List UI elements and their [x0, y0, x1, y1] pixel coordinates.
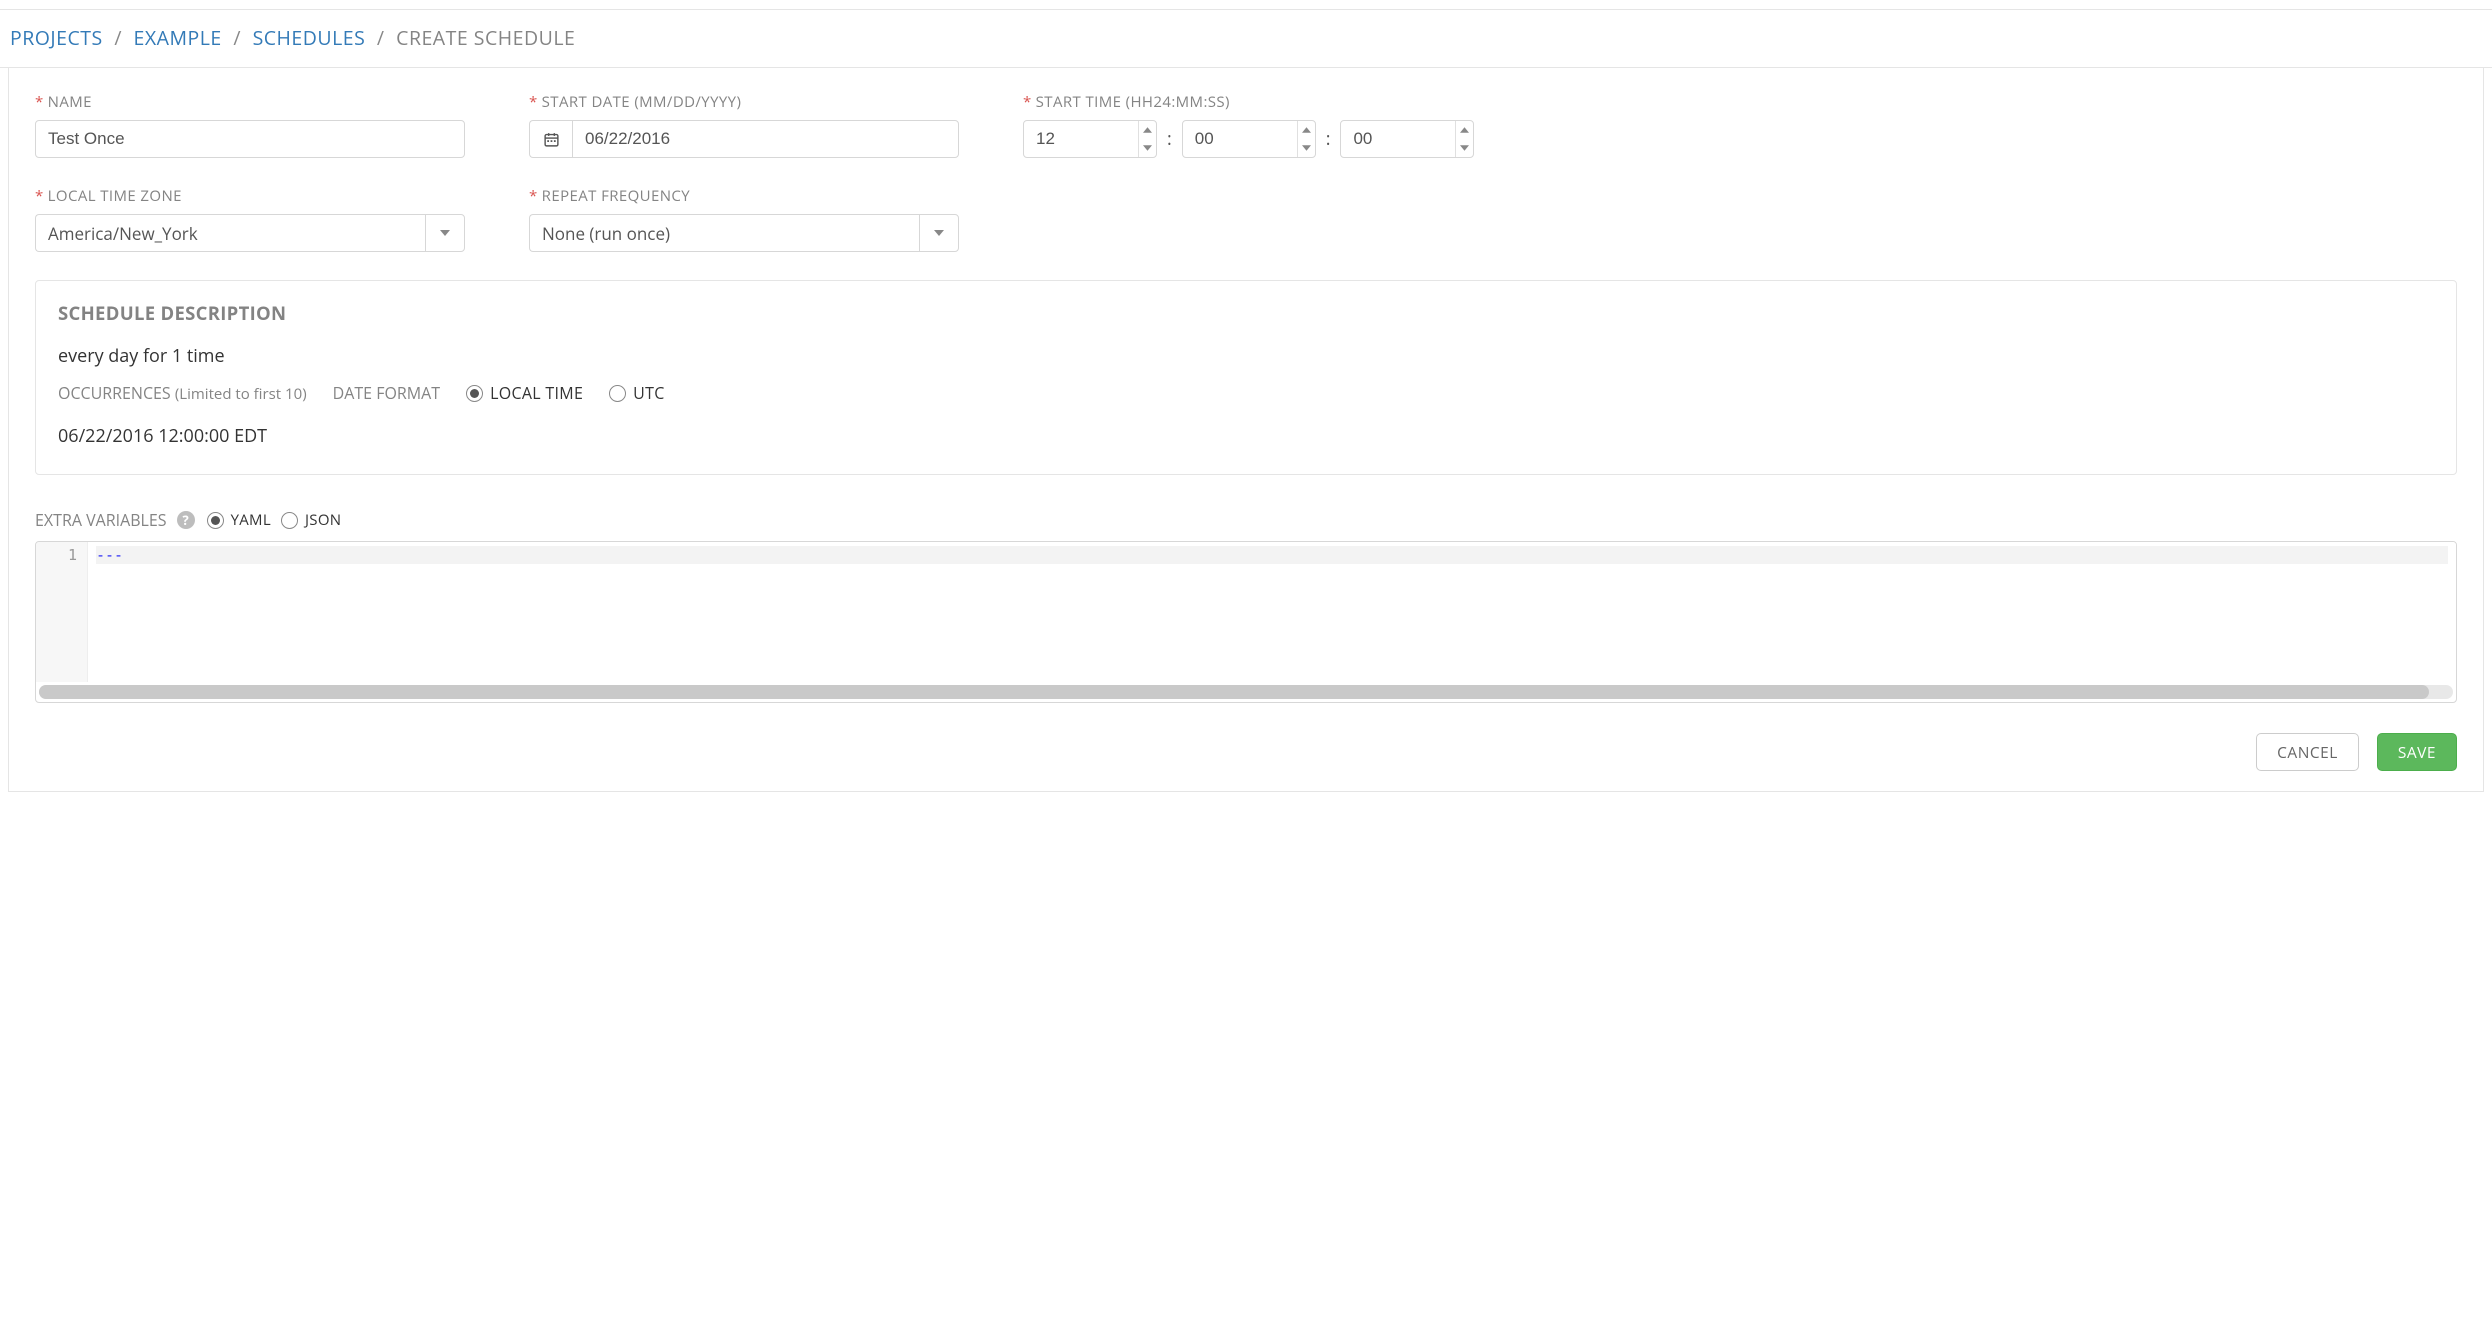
calendar-icon[interactable] [529, 120, 572, 158]
date-format-label: DATE FORMAT [333, 382, 440, 404]
hour-decrement[interactable] [1139, 139, 1156, 157]
description-title: SCHEDULE DESCRIPTION [58, 301, 2434, 326]
time-separator: : [1157, 127, 1182, 151]
breadcrumb-sep: / [371, 24, 391, 51]
start-date-label: *START DATE (MM/DD/YYYY) [529, 92, 959, 112]
minute-increment[interactable] [1298, 121, 1315, 139]
minute-input[interactable] [1182, 120, 1316, 158]
format-yaml[interactable]: YAML [207, 510, 271, 530]
timezone-select[interactable]: America/New_York [35, 214, 465, 252]
format-json[interactable]: JSON [281, 510, 341, 530]
frequency-label: *REPEAT FREQUENCY [529, 186, 959, 206]
second-increment[interactable] [1456, 121, 1473, 139]
name-input[interactable] [35, 120, 465, 158]
breadcrumb-projects[interactable]: PROJECTS [10, 24, 103, 51]
code-content[interactable]: --- [88, 542, 2456, 682]
breadcrumb-schedules[interactable]: SCHEDULES [253, 24, 366, 51]
breadcrumb-current: CREATE SCHEDULE [396, 24, 575, 51]
date-format-utc[interactable]: UTC [609, 382, 664, 404]
occurrences-label: OCCURRENCES (Limited to first 10) [58, 382, 307, 404]
code-gutter: 1 [36, 542, 88, 682]
second-input[interactable] [1340, 120, 1474, 158]
timezone-label: *LOCAL TIME ZONE [35, 186, 465, 206]
minute-decrement[interactable] [1298, 139, 1315, 157]
schedule-description: SCHEDULE DESCRIPTION every day for 1 tim… [35, 280, 2457, 475]
frequency-value: None (run once) [529, 214, 919, 252]
name-label: *NAME [35, 92, 465, 112]
extra-variables-label: EXTRA VARIABLES [35, 509, 167, 531]
description-summary: every day for 1 time [58, 344, 2434, 368]
start-date-input[interactable] [572, 120, 959, 158]
save-button[interactable]: SAVE [2377, 733, 2457, 771]
breadcrumb-sep: / [108, 24, 128, 51]
hour-increment[interactable] [1139, 121, 1156, 139]
radio-icon [609, 385, 626, 402]
breadcrumb-example[interactable]: EXAMPLE [134, 24, 222, 51]
time-separator: : [1316, 127, 1341, 151]
breadcrumb-sep: / [227, 24, 247, 51]
radio-icon [281, 512, 298, 529]
radio-checked-icon [207, 512, 224, 529]
breadcrumb: PROJECTS / EXAMPLE / SCHEDULES / CREATE … [0, 10, 2492, 68]
radio-checked-icon [466, 385, 483, 402]
occurrence-line: 06/22/2016 12:00:00 EDT [58, 424, 2434, 448]
create-schedule-panel: *NAME *START DATE (MM/DD/YYYY) [8, 68, 2484, 792]
chevron-down-icon[interactable] [425, 214, 465, 252]
start-time-label: *START TIME (HH24:MM:SS) [1023, 92, 1474, 112]
frequency-select[interactable]: None (run once) [529, 214, 959, 252]
horizontal-scrollbar[interactable] [39, 685, 2453, 699]
extra-variables-editor[interactable]: 1 --- [35, 541, 2457, 703]
cancel-button[interactable]: CANCEL [2256, 733, 2359, 771]
chevron-down-icon[interactable] [919, 214, 959, 252]
hour-input[interactable] [1023, 120, 1157, 158]
date-format-local[interactable]: LOCAL TIME [466, 382, 583, 404]
help-icon[interactable]: ? [177, 511, 195, 529]
timezone-value: America/New_York [35, 214, 425, 252]
second-decrement[interactable] [1456, 139, 1473, 157]
